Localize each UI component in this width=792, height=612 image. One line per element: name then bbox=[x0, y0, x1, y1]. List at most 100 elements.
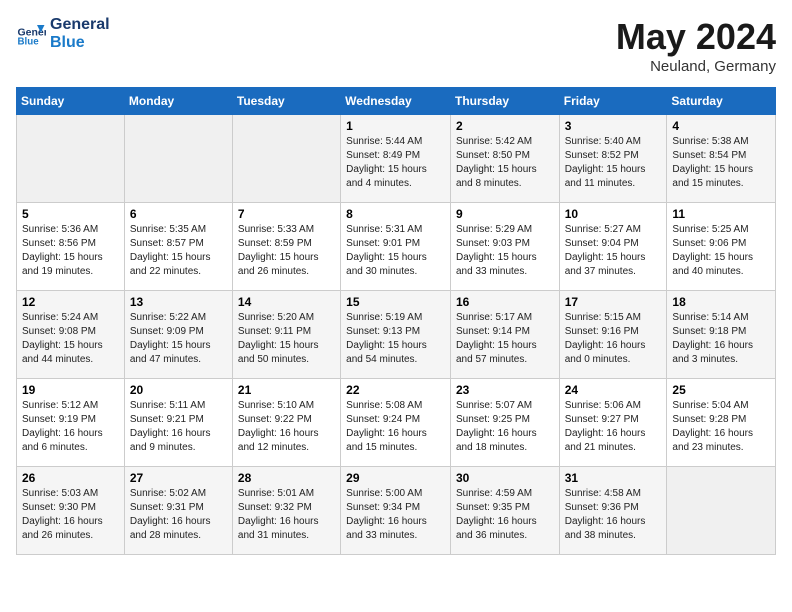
cell-info: Sunrise: 5:35 AM Sunset: 8:57 PM Dayligh… bbox=[130, 223, 227, 279]
day-number: 3 bbox=[565, 119, 662, 133]
calendar-cell: 24Sunrise: 5:06 AM Sunset: 9:27 PM Dayli… bbox=[559, 379, 667, 467]
calendar-cell: 3 Sunrise: 5:40 AM Sunset: 8:52 PM Daylig… bbox=[559, 115, 667, 203]
day-number: 2 bbox=[456, 119, 554, 133]
calendar-cell: 18Sunrise: 5:14 AM Sunset: 9:18 PM Dayli… bbox=[667, 291, 776, 379]
page-header: General Blue General Blue May 2024 Neula… bbox=[16, 16, 776, 75]
cell-info: Sunrise: 5:02 AM Sunset: 9:31 PM Dayligh… bbox=[130, 487, 227, 543]
calendar-cell: 2 Sunrise: 5:42 AM Sunset: 8:50 PM Daylig… bbox=[450, 115, 559, 203]
weekday-header-sunday: Sunday bbox=[17, 88, 125, 115]
calendar-cell: 28 Sunrise: 5:01 AM Sunset: 9:32 PM Dayli… bbox=[232, 467, 340, 555]
cell-info: Sunrise: 4:59 AM Sunset: 9:35 PM Dayligh… bbox=[456, 487, 554, 543]
calendar-cell: 14 Sunrise: 5:20 AM Sunset: 9:11 PM Dayli… bbox=[232, 291, 340, 379]
calendar-cell: 10Sunrise: 5:27 AM Sunset: 9:04 PM Dayli… bbox=[559, 203, 667, 291]
calendar-cell: 13 Sunrise: 5:22 AM Sunset: 9:09 PM Dayli… bbox=[124, 291, 232, 379]
cell-info: Sunrise: 5:25 AM Sunset: 9:06 PM Dayligh… bbox=[672, 223, 770, 279]
calendar-cell: 26 Sunrise: 5:03 AM Sunset: 9:30 PM Dayli… bbox=[17, 467, 125, 555]
cell-info: Sunrise: 5:12 AM Sunset: 9:19 PM Dayligh… bbox=[22, 399, 119, 455]
calendar-cell: 6 Sunrise: 5:35 AM Sunset: 8:57 PM Daylig… bbox=[124, 203, 232, 291]
calendar-week-2: 12 Sunrise: 5:24 AM Sunset: 9:08 PM Dayli… bbox=[17, 291, 776, 379]
weekday-header-saturday: Saturday bbox=[667, 88, 776, 115]
cell-info: Sunrise: 5:01 AM Sunset: 9:32 PM Dayligh… bbox=[238, 487, 335, 543]
logo-line1: General bbox=[50, 16, 110, 34]
weekday-header-thursday: Thursday bbox=[450, 88, 559, 115]
day-number: 11 bbox=[672, 207, 770, 221]
day-number: 16 bbox=[456, 295, 554, 309]
calendar-cell: 20 Sunrise: 5:11 AM Sunset: 9:21 PM Dayli… bbox=[124, 379, 232, 467]
calendar-week-0: 1 Sunrise: 5:44 AM Sunset: 8:49 PM Daylig… bbox=[17, 115, 776, 203]
day-number: 9 bbox=[456, 207, 554, 221]
cell-info: Sunrise: 5:15 AM Sunset: 9:16 PM Dayligh… bbox=[565, 311, 662, 367]
cell-info: Sunrise: 5:03 AM Sunset: 9:30 PM Dayligh… bbox=[22, 487, 119, 543]
cell-info: Sunrise: 5:06 AM Sunset: 9:27 PM Dayligh… bbox=[565, 399, 662, 455]
calendar-cell bbox=[667, 467, 776, 555]
day-number: 31 bbox=[565, 471, 662, 485]
day-number: 26 bbox=[22, 471, 119, 485]
cell-info: Sunrise: 5:20 AM Sunset: 9:11 PM Dayligh… bbox=[238, 311, 335, 367]
calendar-cell bbox=[124, 115, 232, 203]
cell-info: Sunrise: 5:22 AM Sunset: 9:09 PM Dayligh… bbox=[130, 311, 227, 367]
cell-info: Sunrise: 5:11 AM Sunset: 9:21 PM Dayligh… bbox=[130, 399, 227, 455]
cell-info: Sunrise: 5:29 AM Sunset: 9:03 PM Dayligh… bbox=[456, 223, 554, 279]
cell-info: Sunrise: 5:00 AM Sunset: 9:34 PM Dayligh… bbox=[346, 487, 445, 543]
calendar-cell: 8 Sunrise: 5:31 AM Sunset: 9:01 PM Daylig… bbox=[341, 203, 451, 291]
calendar-week-1: 5 Sunrise: 5:36 AM Sunset: 8:56 PM Daylig… bbox=[17, 203, 776, 291]
day-number: 25 bbox=[672, 383, 770, 397]
cell-info: Sunrise: 5:08 AM Sunset: 9:24 PM Dayligh… bbox=[346, 399, 445, 455]
weekday-header-tuesday: Tuesday bbox=[232, 88, 340, 115]
cell-info: Sunrise: 5:31 AM Sunset: 9:01 PM Dayligh… bbox=[346, 223, 445, 279]
cell-info: Sunrise: 5:17 AM Sunset: 9:14 PM Dayligh… bbox=[456, 311, 554, 367]
day-number: 15 bbox=[346, 295, 445, 309]
day-number: 30 bbox=[456, 471, 554, 485]
cell-info: Sunrise: 5:14 AM Sunset: 9:18 PM Dayligh… bbox=[672, 311, 770, 367]
day-number: 1 bbox=[346, 119, 445, 133]
cell-info: Sunrise: 4:58 AM Sunset: 9:36 PM Dayligh… bbox=[565, 487, 662, 543]
calendar-cell: 31 Sunrise: 4:58 AM Sunset: 9:36 PM Dayli… bbox=[559, 467, 667, 555]
calendar-cell: 16 Sunrise: 5:17 AM Sunset: 9:14 PM Dayli… bbox=[450, 291, 559, 379]
calendar-cell: 23Sunrise: 5:07 AM Sunset: 9:25 PM Dayli… bbox=[450, 379, 559, 467]
calendar-body: 1 Sunrise: 5:44 AM Sunset: 8:49 PM Daylig… bbox=[17, 115, 776, 555]
weekday-header-friday: Friday bbox=[559, 88, 667, 115]
logo-line2: Blue bbox=[50, 34, 110, 52]
location-text: Neuland, Germany bbox=[616, 58, 776, 75]
title-block: May 2024 Neuland, Germany bbox=[616, 16, 776, 75]
calendar-week-3: 19 Sunrise: 5:12 AM Sunset: 9:19 PM Dayli… bbox=[17, 379, 776, 467]
cell-info: Sunrise: 5:24 AM Sunset: 9:08 PM Dayligh… bbox=[22, 311, 119, 367]
month-title: May 2024 bbox=[616, 16, 776, 58]
day-number: 13 bbox=[130, 295, 227, 309]
logo-icon: General Blue bbox=[16, 19, 46, 49]
cell-info: Sunrise: 5:40 AM Sunset: 8:52 PM Dayligh… bbox=[565, 135, 662, 191]
day-number: 19 bbox=[22, 383, 119, 397]
svg-text:Blue: Blue bbox=[18, 37, 40, 48]
cell-info: Sunrise: 5:42 AM Sunset: 8:50 PM Dayligh… bbox=[456, 135, 554, 191]
calendar-cell: 21Sunrise: 5:10 AM Sunset: 9:22 PM Dayli… bbox=[232, 379, 340, 467]
day-number: 5 bbox=[22, 207, 119, 221]
day-number: 7 bbox=[238, 207, 335, 221]
calendar-cell: 30 Sunrise: 4:59 AM Sunset: 9:35 PM Dayli… bbox=[450, 467, 559, 555]
cell-info: Sunrise: 5:44 AM Sunset: 8:49 PM Dayligh… bbox=[346, 135, 445, 191]
day-number: 28 bbox=[238, 471, 335, 485]
day-number: 10 bbox=[565, 207, 662, 221]
cell-info: Sunrise: 5:04 AM Sunset: 9:28 PM Dayligh… bbox=[672, 399, 770, 455]
calendar-cell: 22 Sunrise: 5:08 AM Sunset: 9:24 PM Dayli… bbox=[341, 379, 451, 467]
day-number: 14 bbox=[238, 295, 335, 309]
day-number: 12 bbox=[22, 295, 119, 309]
calendar-cell: 11 Sunrise: 5:25 AM Sunset: 9:06 PM Dayli… bbox=[667, 203, 776, 291]
day-number: 17 bbox=[565, 295, 662, 309]
calendar-cell: 9 Sunrise: 5:29 AM Sunset: 9:03 PM Daylig… bbox=[450, 203, 559, 291]
calendar-table: SundayMondayTuesdayWednesdayThursdayFrid… bbox=[16, 87, 776, 555]
cell-info: Sunrise: 5:07 AM Sunset: 9:25 PM Dayligh… bbox=[456, 399, 554, 455]
weekday-header-wednesday: Wednesday bbox=[341, 88, 451, 115]
day-number: 6 bbox=[130, 207, 227, 221]
day-number: 8 bbox=[346, 207, 445, 221]
calendar-cell bbox=[17, 115, 125, 203]
calendar-cell: 12 Sunrise: 5:24 AM Sunset: 9:08 PM Dayli… bbox=[17, 291, 125, 379]
cell-info: Sunrise: 5:10 AM Sunset: 9:22 PM Dayligh… bbox=[238, 399, 335, 455]
calendar-week-4: 26 Sunrise: 5:03 AM Sunset: 9:30 PM Dayli… bbox=[17, 467, 776, 555]
calendar-header: SundayMondayTuesdayWednesdayThursdayFrid… bbox=[17, 88, 776, 115]
calendar-cell: 1 Sunrise: 5:44 AM Sunset: 8:49 PM Daylig… bbox=[341, 115, 451, 203]
cell-info: Sunrise: 5:36 AM Sunset: 8:56 PM Dayligh… bbox=[22, 223, 119, 279]
calendar-cell: 25 Sunrise: 5:04 AM Sunset: 9:28 PM Dayli… bbox=[667, 379, 776, 467]
day-number: 20 bbox=[130, 383, 227, 397]
calendar-cell: 15Sunrise: 5:19 AM Sunset: 9:13 PM Dayli… bbox=[341, 291, 451, 379]
day-number: 22 bbox=[346, 383, 445, 397]
